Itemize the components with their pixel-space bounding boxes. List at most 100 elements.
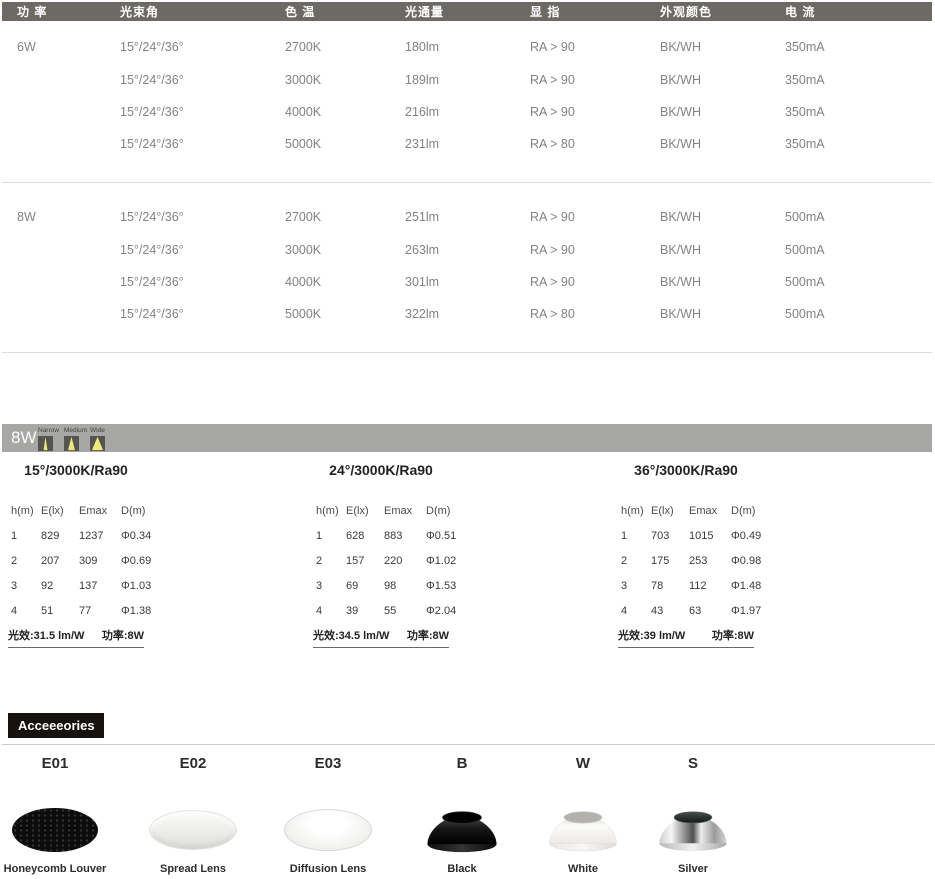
header-power: 功 率 <box>17 3 120 20</box>
e-value: 51 <box>41 605 79 617</box>
photometric-body: h(m) E(lx) Emax D(m) 1 829 1237 Φ0.34 2 … <box>8 498 144 648</box>
photometric-footer: 光效:34.5 lm/W 功率:8W <box>313 623 449 648</box>
photometric-header-row: h(m) E(lx) Emax D(m) <box>313 498 449 523</box>
emax-value: 98 <box>384 580 426 592</box>
e-value: 829 <box>41 530 79 542</box>
emax-value: 309 <box>79 555 121 567</box>
white-reflector-image <box>548 808 618 852</box>
header-finish: 外观颜色 <box>660 3 785 20</box>
cct-cell: 2700K <box>285 210 405 224</box>
medium-beam-option: Medium <box>64 427 80 451</box>
accessories-divider-line <box>2 744 935 745</box>
accessories-title-box: Acceeeories <box>8 713 104 738</box>
current-cell: 350mA <box>785 40 932 54</box>
wide-beam-icon <box>90 436 105 451</box>
flux-cell: 189lm <box>405 73 530 87</box>
beam-angle-cell: 15°/24°/36° <box>120 137 285 151</box>
beam-triangle <box>38 436 53 451</box>
accessory-image-wrap <box>0 805 125 855</box>
spec-row: 15°/24°/36° 3000K 263lm RA > 90 BK/WH 50… <box>2 233 932 265</box>
e-value: 92 <box>41 580 79 592</box>
photometric-title: 24°/3000K/Ra90 <box>313 462 449 482</box>
flux-cell: 263lm <box>405 243 530 257</box>
beam-triangle <box>90 436 105 451</box>
d-value: Φ0.51 <box>426 530 456 542</box>
e-value: 157 <box>346 555 384 567</box>
cct-cell: 3000K <box>285 243 405 257</box>
h-value: 3 <box>11 580 41 592</box>
accessory-silver-reflector: S <box>623 755 763 875</box>
photometric-row: 4 51 77 Φ1.38 <box>8 598 144 623</box>
current-cell: 500mA <box>785 243 932 257</box>
h-value: 1 <box>316 530 346 542</box>
wide-beam-option: Wide <box>90 427 106 451</box>
photometric-table-24deg: 24°/3000K/Ra90 h(m) E(lx) Emax D(m) 1 62… <box>313 462 449 648</box>
finish-cell: BK/WH <box>660 105 785 119</box>
finish-cell: BK/WH <box>660 210 785 224</box>
cri-cell: RA > 90 <box>530 210 660 224</box>
spec-row: 8W 15°/24°/36° 2700K 251lm RA > 90 BK/WH… <box>2 201 932 233</box>
flux-cell: 322lm <box>405 307 530 321</box>
efficacy-label: 光效:34.5 lm/W <box>313 627 389 643</box>
narrow-beam-option: Narrow <box>38 427 54 451</box>
col-d: D(m) <box>426 505 450 517</box>
spec-sheet-page: 功 率 光束角 色 温 光通量 显 指 外观颜色 电 流 6W 15°/24°/… <box>0 0 935 879</box>
current-cell: 350mA <box>785 105 932 119</box>
emax-value: 112 <box>689 580 731 592</box>
finish-cell: BK/WH <box>660 307 785 321</box>
cri-cell: RA > 90 <box>530 105 660 119</box>
photometric-row: 3 92 137 Φ1.03 <box>8 573 144 598</box>
col-e: E(lx) <box>41 505 79 517</box>
photometric-row: 3 69 98 Φ1.53 <box>313 573 449 598</box>
photometric-row: 4 43 63 Φ1.97 <box>618 598 754 623</box>
cri-cell: RA > 90 <box>530 40 660 54</box>
spec-row: 15°/24°/36° 5000K 231lm RA > 80 BK/WH 35… <box>2 128 932 160</box>
divider-line <box>2 182 932 183</box>
accessory-spread-lens: E02 Spread Lens <box>123 755 263 875</box>
header-cri: 显 指 <box>530 3 660 20</box>
col-emax: Emax <box>689 505 731 517</box>
d-value: Φ1.02 <box>426 555 456 567</box>
spec-row: 15°/24°/36° 4000K 216lm RA > 90 BK/WH 35… <box>2 96 932 128</box>
col-d: D(m) <box>121 505 145 517</box>
cct-cell: 3000K <box>285 73 405 87</box>
accessory-black-reflector: B Black <box>392 755 532 875</box>
e-value: 39 <box>346 605 384 617</box>
flux-cell: 216lm <box>405 105 530 119</box>
silver-reflector-image <box>658 808 728 852</box>
d-value: Φ1.38 <box>121 605 151 617</box>
accessory-caption: Silver <box>623 863 763 875</box>
h-value: 2 <box>11 555 41 567</box>
d-value: Φ0.49 <box>731 530 761 542</box>
emax-value: 253 <box>689 555 731 567</box>
emax-value: 1237 <box>79 530 121 542</box>
beam-angle-cell: 15°/24°/36° <box>120 275 285 289</box>
col-h: h(m) <box>316 505 346 517</box>
cri-cell: RA > 90 <box>530 275 660 289</box>
beam-angle-cell: 15°/24°/36° <box>120 73 285 87</box>
power-cell: 8W <box>17 210 120 224</box>
col-h: h(m) <box>621 505 651 517</box>
cri-cell: RA > 80 <box>530 137 660 151</box>
spec-row: 15°/24°/36° 3000K 189lm RA > 90 BK/WH 35… <box>2 63 932 95</box>
d-value: Φ1.53 <box>426 580 456 592</box>
accessory-image-wrap <box>623 805 763 855</box>
header-beam-angle: 光束角 <box>120 3 285 20</box>
photometric-table-15deg: 15°/3000K/Ra90 h(m) E(lx) Emax D(m) 1 82… <box>8 462 144 648</box>
photometric-header-row: h(m) E(lx) Emax D(m) <box>618 498 754 523</box>
accessory-image-wrap <box>123 805 263 855</box>
emax-value: 55 <box>384 605 426 617</box>
cct-cell: 4000K <box>285 275 405 289</box>
accessory-image-wrap <box>392 805 532 855</box>
current-cell: 500mA <box>785 210 932 224</box>
power-cell: 6W <box>17 40 120 54</box>
efficacy-label: 光效:31.5 lm/W <box>8 627 84 643</box>
beam-angle-cell: 15°/24°/36° <box>120 105 285 119</box>
h-value: 1 <box>11 530 41 542</box>
power-label: 功率:8W <box>712 627 754 643</box>
e-value: 69 <box>346 580 384 592</box>
narrow-beam-label: Narrow <box>38 427 54 435</box>
finish-cell: BK/WH <box>660 40 785 54</box>
h-value: 3 <box>621 580 651 592</box>
emax-value: 883 <box>384 530 426 542</box>
